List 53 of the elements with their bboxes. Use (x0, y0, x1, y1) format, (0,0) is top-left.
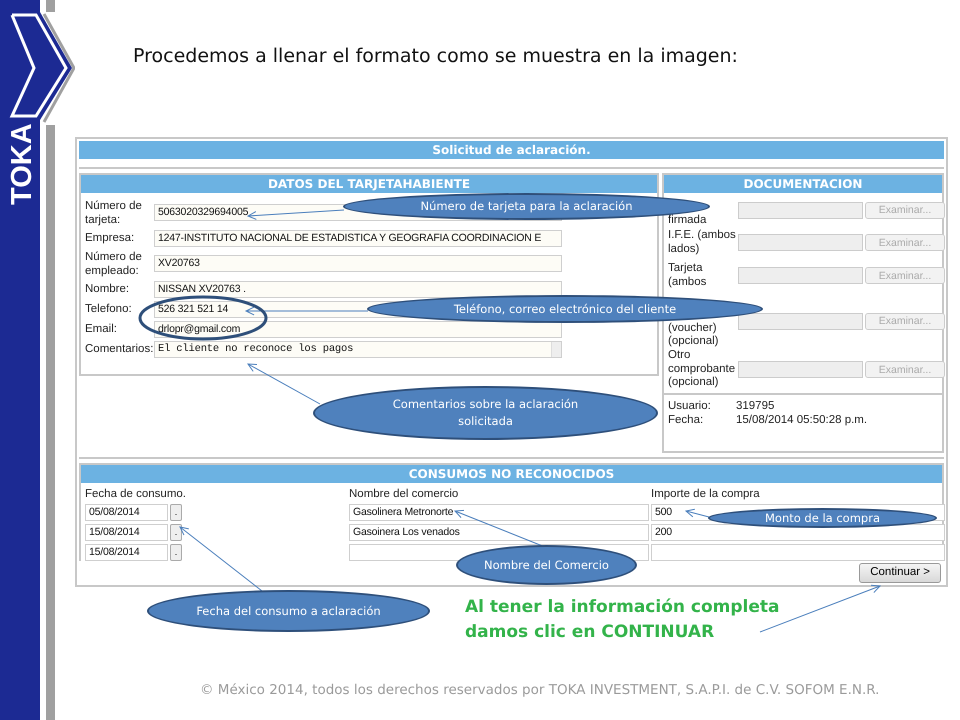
form-title-bar: Solicitud de aclaración. (79, 140, 944, 158)
copyright-text: © México 2014, todos los derechos reservados por TOKA INVESTMENT, S.A.P.I. de C.V. SOFOM E.N.R. (200, 680, 880, 700)
field-label: Empresa: (85, 231, 136, 245)
comment-field[interactable]: El cliente no reconoce los pagos (154, 340, 562, 358)
file-field[interactable] (738, 312, 863, 330)
text-field[interactable]: drlopr@gmail.com (154, 320, 562, 338)
document-label: Otro comprobante (opcional) (668, 349, 736, 390)
field-label: Nombre: (85, 282, 130, 296)
slide-title: Procedemos a llenar el formato como se muestra en la imagen: (133, 44, 739, 69)
document-label: firmada (668, 214, 708, 228)
field-label: Comentarios: (85, 342, 153, 356)
merchant-field[interactable]: Gasolinera Metronorte (349, 504, 649, 520)
merchant-field[interactable]: Gasoinera Los venados (349, 524, 649, 540)
amount-field[interactable] (651, 544, 945, 560)
info-value: 319795 (736, 398, 774, 412)
document-label: I.F.E. (ambos lados) (668, 229, 736, 256)
logo-text: TOKA (6, 123, 38, 205)
info-value: 15/08/2014 05:50:28 p.m. (736, 412, 868, 426)
text-field[interactable]: 1247-INSTITUTO NACIONAL DE ESTADISTICA Y GEOGRAFIA COORDINACION E (154, 230, 562, 246)
section-header: DATOS DEL TARJETAHABIENTE (81, 174, 657, 192)
date-field[interactable]: 05/08/2014 (85, 504, 168, 520)
date-picker-button[interactable]: . (170, 504, 182, 520)
column-header: Importe de la compra (651, 486, 761, 500)
section-header: DOCUMENTACION (664, 174, 942, 192)
field-label: Email: (85, 322, 118, 336)
document-label: (voucher) (opcional) (668, 322, 720, 348)
amount-field[interactable]: 200 (651, 524, 945, 540)
date-picker-button[interactable]: . (170, 544, 182, 560)
field-label: Número de tarjeta: (85, 198, 143, 226)
column-header: Fecha de consumo. (85, 486, 188, 500)
document-label: Tarjeta (ambos (668, 262, 708, 289)
section-header: CONSUMOS NO RECONOCIDOS (81, 464, 942, 482)
date-field[interactable]: 15/08/2014 (85, 544, 168, 560)
scrollbar (551, 342, 561, 356)
info-label: Fecha: (668, 412, 704, 426)
text-field[interactable]: NISSAN XV20763 . (154, 280, 562, 298)
annotation-tooltip: Comentarios sobre la aclaración solicitada (313, 386, 658, 440)
text-field[interactable]: XV20763 (154, 255, 562, 272)
leader-line (684, 508, 710, 518)
field-label: Telefono: (85, 302, 133, 316)
date-field[interactable]: 15/08/2014 (85, 524, 168, 540)
info-label: Usuario: (668, 398, 712, 412)
annotation-tooltip: Teléfono, correo electrónico del cliente (367, 295, 763, 323)
file-field[interactable] (738, 202, 863, 218)
file-field[interactable] (738, 267, 863, 284)
field-label: Número de empleado: (85, 250, 143, 278)
date-picker-button[interactable]: . (170, 524, 182, 540)
continue-button[interactable]: Continuar > (859, 562, 941, 582)
column-header: Nombre del comercio (349, 486, 460, 500)
file-field[interactable] (738, 361, 863, 378)
file-field[interactable] (738, 234, 863, 251)
instruction-text: Al tener la información completa damos clic en CONTINUAR (465, 596, 780, 644)
annotation-tooltip: Fecha del consumo a aclaración (147, 590, 430, 632)
